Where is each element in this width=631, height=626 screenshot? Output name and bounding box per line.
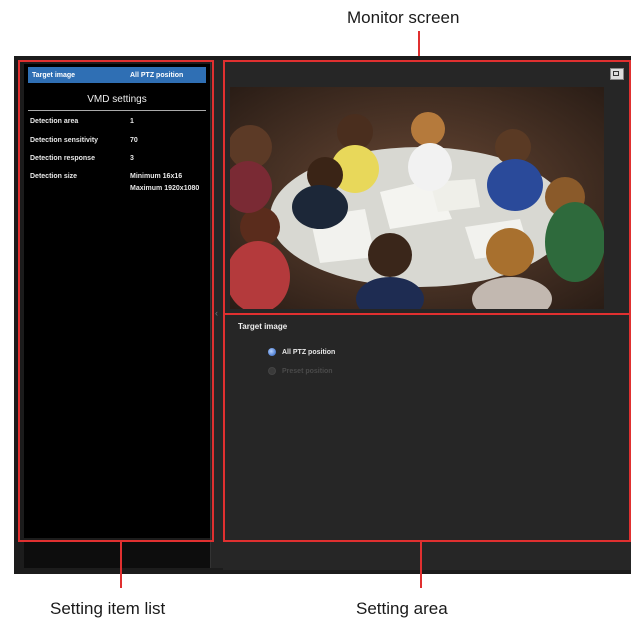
setting-item-list-footer — [24, 540, 210, 568]
setting-area-leader — [420, 542, 422, 588]
monitor-screen-callout: Monitor screen — [347, 8, 460, 27]
setting-item-list-leader — [120, 542, 122, 588]
setting-item-list-highlight — [18, 60, 214, 542]
setting-area-callout: Setting area — [356, 599, 448, 618]
setting-area-highlight — [223, 313, 631, 542]
setting-item-list-callout: Setting item list — [50, 599, 166, 618]
monitor-screen-highlight — [223, 60, 631, 315]
collapse-arrow-icon[interactable]: ‹ — [215, 308, 219, 318]
